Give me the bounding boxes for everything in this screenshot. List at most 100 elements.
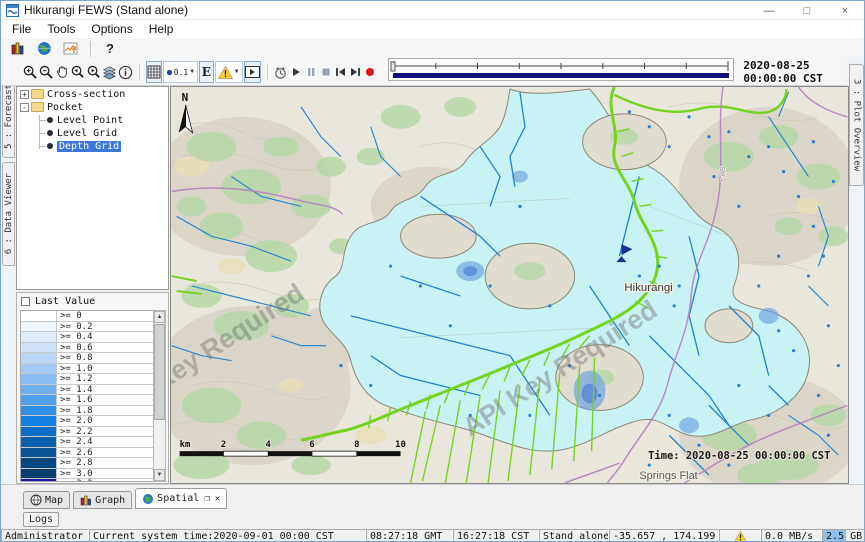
legend-row[interactable]: >= 1.6 (21, 395, 153, 406)
status-bar: Administrator Current system time:2020-0… (1, 529, 865, 542)
pause-button[interactable] (304, 61, 318, 83)
minimize-button[interactable]: — (750, 1, 788, 20)
grid-toggle-button[interactable] (146, 61, 162, 83)
zoom-next-button[interactable] (86, 61, 101, 83)
window-title: Hikurangi FEWS (Stand alone) (24, 3, 188, 17)
legend-row[interactable]: >= 3.2 (21, 479, 153, 482)
tab-graph[interactable]: Graph (73, 491, 132, 509)
legend-color-swatch (21, 364, 57, 374)
legend-row[interactable]: >= 0.8 (21, 353, 153, 364)
tree-item-level-point[interactable]: Level Point (17, 114, 168, 126)
close-button[interactable]: × (826, 1, 864, 20)
record-button[interactable] (364, 61, 378, 83)
legend-row[interactable]: >= 2.6 (21, 448, 153, 459)
step-back-button[interactable] (334, 61, 348, 83)
point-size-dropdown[interactable]: 0.1 ▼ (163, 61, 198, 83)
legend-row-label: >= 1.2 (57, 374, 93, 384)
tree-item-label: Pocket (47, 102, 83, 113)
menu-bar: FileToolsOptionsHelp (1, 20, 864, 38)
zoom-in-button[interactable] (23, 61, 38, 83)
legend-row[interactable]: >= 1.2 (21, 374, 153, 385)
pan-button[interactable] (55, 61, 69, 83)
legend-row[interactable]: >= 0 (21, 311, 153, 322)
last-value-checkbox[interactable] (21, 297, 30, 306)
tab-data-viewer[interactable]: 6 : Data Viewer (2, 162, 15, 266)
legend-color-swatch (21, 458, 57, 468)
map-view[interactable]: API Key Required API Key Required Hikura… (170, 86, 849, 484)
hand-icon (55, 65, 69, 79)
spatial-display-button[interactable] (33, 40, 55, 58)
svg-text:8: 8 (354, 440, 359, 450)
zoom-out-button[interactable] (39, 61, 54, 83)
collapse-icon[interactable]: - (20, 103, 29, 112)
title-bar: Hikurangi FEWS (Stand alone) — □ × (1, 1, 864, 20)
svg-text:2: 2 (221, 440, 226, 450)
tab-plot-overview[interactable]: 3 : Plot Overview (849, 64, 864, 186)
scroll-down-icon[interactable]: ▼ (154, 469, 165, 481)
warning-dropdown[interactable]: ▼ (215, 61, 243, 83)
legend-row[interactable]: >= 0.6 (21, 343, 153, 354)
maximize-button[interactable]: □ (788, 1, 826, 20)
animation-panel-button[interactable] (244, 61, 261, 83)
menu-item[interactable]: Help (141, 21, 182, 37)
tab-close-icon[interactable]: ✕ (215, 494, 220, 504)
road-label: SH 1 (718, 166, 726, 182)
layers-button[interactable] (102, 61, 117, 83)
legend-row[interactable]: >= 2.4 (21, 437, 153, 448)
legend-row-label: >= 2.4 (57, 437, 93, 447)
help-icon: ? (106, 41, 114, 56)
legend-row-label: >= 2.8 (57, 458, 93, 468)
point-size-value: 0.1 (174, 68, 188, 77)
legend-row[interactable]: >= 2.0 (21, 416, 153, 427)
timeline-handle[interactable] (391, 62, 395, 71)
legend-row[interactable]: >= 0.2 (21, 322, 153, 333)
legend-row-label: >= 0.4 (57, 332, 93, 342)
scrollbar-thumb[interactable] (154, 324, 165, 420)
timeline-slider[interactable] (388, 58, 734, 86)
legend-row[interactable]: >= 0.4 (21, 332, 153, 343)
step-forward-button[interactable] (349, 61, 363, 83)
time-series-button[interactable] (59, 40, 81, 58)
clock-reset-icon (273, 65, 288, 80)
tree-item-cross-section[interactable]: + Cross-section (17, 88, 168, 100)
tree-item-pocket[interactable]: - Pocket (17, 101, 168, 113)
reset-time-button[interactable] (273, 61, 288, 83)
menu-item[interactable]: Options (83, 21, 140, 37)
status-warning-cell[interactable] (719, 529, 761, 542)
menu-item[interactable]: Tools (39, 21, 83, 37)
legend-row[interactable]: >= 1.4 (21, 385, 153, 396)
tab-forecast[interactable]: 5 : Forecast (2, 86, 15, 158)
bullet-icon (47, 143, 53, 149)
legend-row[interactable]: >= 1.8 (21, 406, 153, 417)
svg-text:10: 10 (395, 440, 406, 450)
legend-scrollbar[interactable]: ▲ ▼ (153, 310, 166, 482)
zoom-out-icon (39, 65, 54, 80)
tab-map[interactable]: Map (23, 491, 70, 509)
menu-item[interactable]: File (4, 21, 39, 37)
expand-icon[interactable]: + (20, 90, 29, 99)
legend-row[interactable]: >= 2.2 (21, 427, 153, 438)
classification-button[interactable]: E (199, 61, 213, 83)
globe-icon (37, 41, 52, 56)
play-button[interactable] (289, 61, 303, 83)
tab-spatial[interactable]: Spatial ❐ ✕ (135, 488, 227, 509)
info-button[interactable] (118, 61, 133, 83)
legend-row-label: >= 2.0 (57, 416, 93, 426)
zoom-previous-button[interactable] (70, 61, 85, 83)
legend-row[interactable]: >= 1.0 (21, 364, 153, 375)
tab-restore-icon[interactable]: ❐ (204, 494, 209, 504)
logs-button[interactable]: Logs (23, 512, 59, 527)
data-display-button[interactable] (7, 40, 29, 58)
stop-button[interactable] (319, 61, 333, 83)
help-button[interactable]: ? (100, 41, 120, 56)
tree-item-depth-grid[interactable]: Depth Grid (17, 140, 168, 152)
legend-row[interactable]: >= 2.8 (21, 458, 153, 469)
scroll-up-icon[interactable]: ▲ (154, 311, 165, 323)
legend-row-label: >= 0.8 (57, 353, 93, 363)
right-tab-strip: 3 : Plot Overview (847, 58, 864, 484)
legend-color-swatch (21, 437, 57, 447)
legend-row-label: >= 0.6 (57, 343, 93, 353)
tree-item-level-grid[interactable]: Level Grid (17, 127, 168, 139)
tab-graph-label: Graph (95, 495, 125, 506)
legend-row[interactable]: >= 3.0 (21, 469, 153, 480)
